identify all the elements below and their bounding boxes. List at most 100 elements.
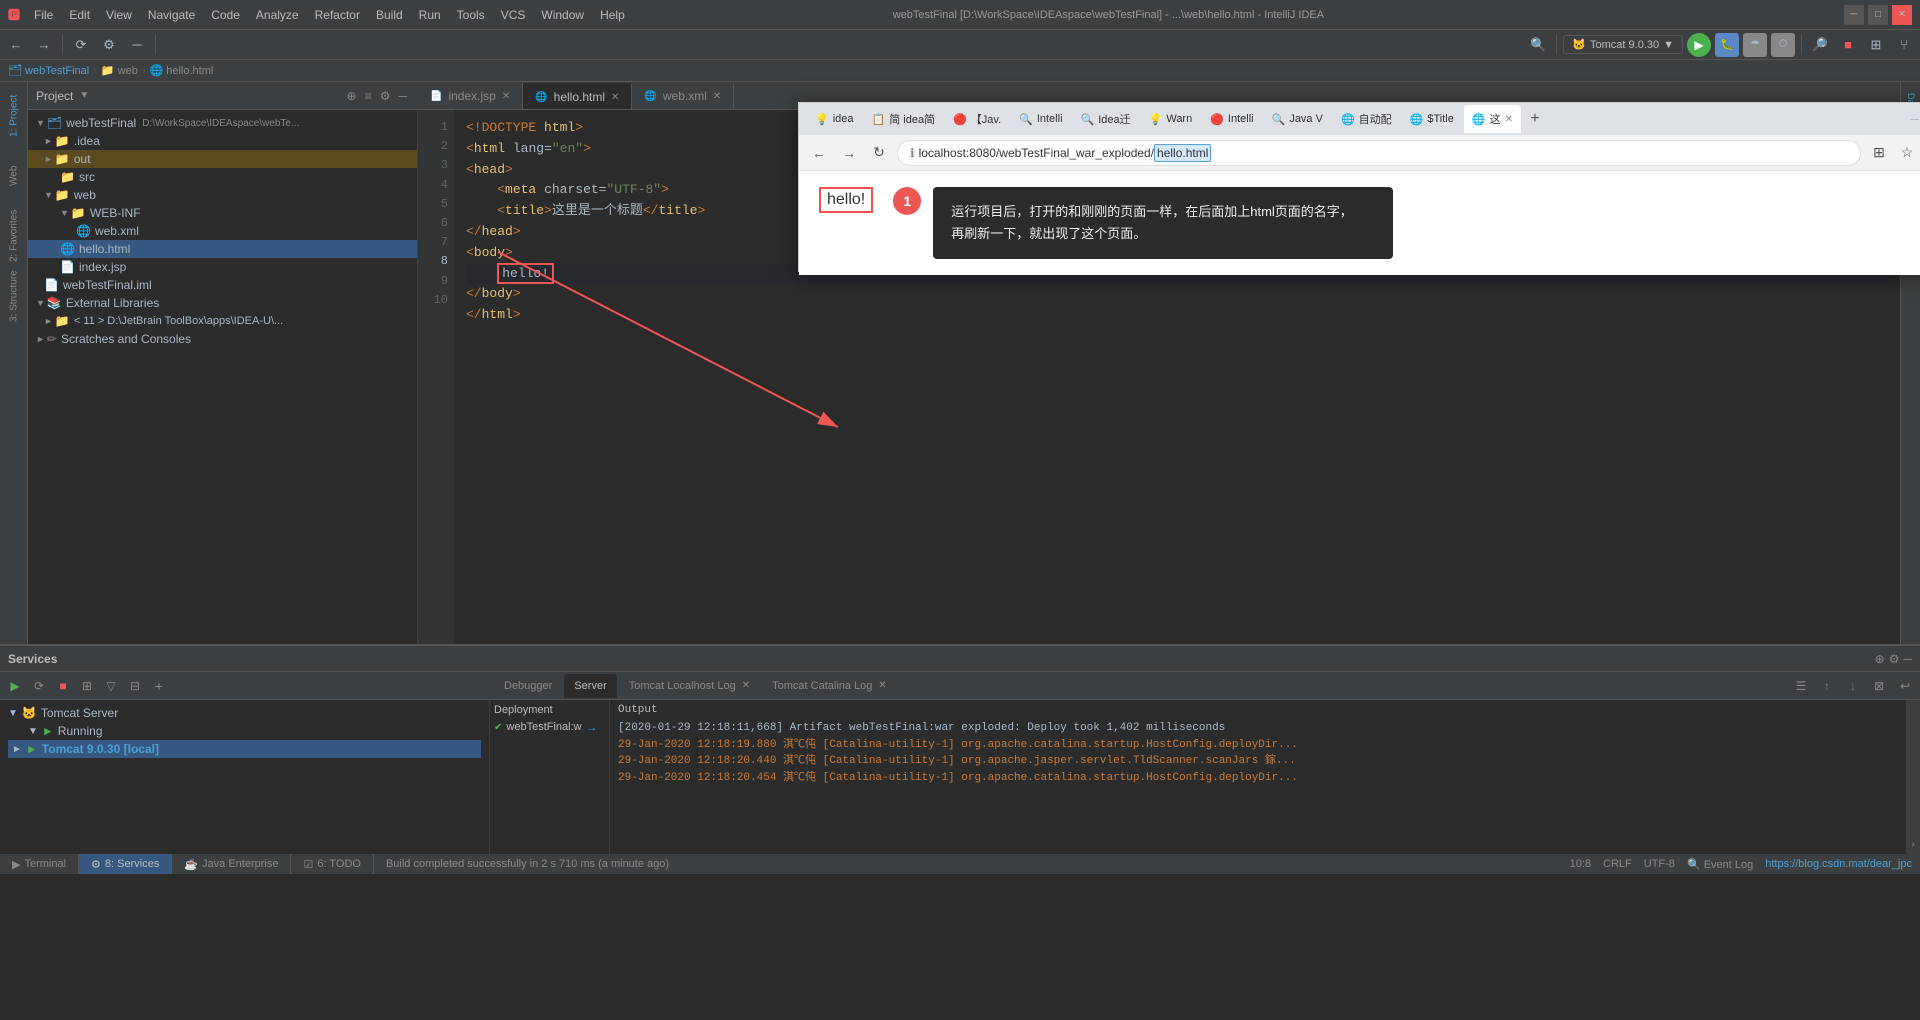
tree-item-extlib[interactable]: ▼ 📚 External Libraries: [28, 294, 417, 312]
br-tab-intelli[interactable]: 🔍 Intelli: [1011, 105, 1070, 133]
br-tab-java[interactable]: 🔍 Java V: [1264, 105, 1331, 133]
collapse-icon[interactable]: ≡: [363, 87, 374, 105]
stop-button[interactable]: ■: [1836, 33, 1860, 57]
minimize-panel-icon[interactable]: ─: [125, 33, 149, 57]
deployment-item[interactable]: ✔ webTestFinal:w →: [494, 720, 605, 734]
external-link[interactable]: https://blog.csdn.mat/dear_jpc: [1765, 858, 1912, 870]
tab-indexjsp[interactable]: 📄 index.jsp ✕: [418, 83, 523, 109]
close-button[interactable]: ✕: [1892, 5, 1912, 25]
menu-build[interactable]: Build: [368, 8, 411, 22]
br-tab-idea3[interactable]: 🔍 Idea迁: [1073, 105, 1139, 133]
tree-item-webxml[interactable]: 🌐 web.xml: [28, 222, 417, 240]
menu-run[interactable]: Run: [411, 8, 449, 22]
tree-item-root[interactable]: ▼ 🗂 webTestFinal D:\WorkSpace\IDEAspace\…: [28, 114, 417, 132]
log-menu-btn[interactable]: ☰: [1790, 675, 1812, 697]
br-tab-intelli2[interactable]: 🔴 Intelli: [1202, 105, 1261, 133]
sync-icon[interactable]: ⟳: [69, 33, 93, 57]
breadcrumb-project[interactable]: 🗂 webTestFinal: [8, 64, 89, 77]
log-scroll-up[interactable]: ↑: [1816, 675, 1838, 697]
translate-icon[interactable]: ⊞: [1867, 141, 1891, 165]
search-everywhere-icon[interactable]: 🔍: [1526, 33, 1550, 57]
tree-item-idea[interactable]: ► 📁 .idea: [28, 132, 417, 150]
tree-item-lib11[interactable]: ► 📁 < 11 > D:\JetBrain ToolBox\apps\IDEA…: [28, 312, 417, 330]
services-item-running[interactable]: ▼ ► Running: [8, 722, 481, 740]
log-tab-server[interactable]: Server: [564, 674, 616, 698]
tab-close-indexjsp[interactable]: ✕: [502, 91, 510, 102]
menu-view[interactable]: View: [98, 8, 140, 22]
tree-item-out[interactable]: ► 📁 out: [28, 150, 417, 168]
menu-vcs[interactable]: VCS: [493, 8, 534, 22]
sidebar-item-favorites[interactable]: 2: Favorites: [2, 206, 26, 266]
run-button[interactable]: ▶: [1687, 33, 1711, 57]
menu-navigate[interactable]: Navigate: [140, 8, 203, 22]
tab-webxml[interactable]: 🌐 web.xml ✕: [632, 83, 734, 109]
sidebar-item-project[interactable]: 1: Project: [2, 86, 26, 146]
menu-analyze[interactable]: Analyze: [248, 8, 307, 22]
services-run-btn[interactable]: ▶: [4, 675, 26, 697]
layout-icon[interactable]: ⊞: [1864, 33, 1888, 57]
tab-java-enterprise[interactable]: ☕ Java Enterprise: [172, 854, 291, 874]
search-icon[interactable]: 🔎: [1808, 33, 1832, 57]
minimize-button[interactable]: ─: [1844, 5, 1864, 25]
tab-services[interactable]: ⚙ 8: Services: [79, 854, 172, 874]
log-tab-close-localhost[interactable]: ✕: [742, 680, 750, 691]
services-add-btn[interactable]: +: [148, 675, 170, 697]
services-item-instance[interactable]: ► ► Tomcat 9.0.30 [local]: [8, 740, 481, 758]
run-configuration[interactable]: 🐱 Tomcat 9.0.30 ▼: [1563, 35, 1683, 54]
tab-todo[interactable]: ☑ 6: TODO: [291, 854, 373, 874]
services-minimize-icon[interactable]: ─: [1903, 652, 1912, 666]
bookmark-icon[interactable]: ☆: [1895, 141, 1919, 165]
br-tab-idea2[interactable]: 📋 简 idea简: [864, 105, 944, 133]
tree-item-iml[interactable]: 📄 webTestFinal.iml: [28, 276, 417, 294]
profile-button[interactable]: ⏱: [1771, 33, 1795, 57]
settings-icon[interactable]: ⚙: [97, 33, 121, 57]
services-group-btn[interactable]: ⊟: [124, 675, 146, 697]
log-tab-localhost[interactable]: Tomcat Localhost Log ✕: [619, 674, 760, 698]
debug-button[interactable]: 🐛: [1715, 33, 1739, 57]
tree-item-web[interactable]: ▼ 📁 web: [28, 186, 417, 204]
git-icon[interactable]: ⑂: [1892, 33, 1916, 57]
br-tab-close-this[interactable]: ✕: [1505, 114, 1513, 125]
tab-close-webxml[interactable]: ✕: [713, 91, 721, 102]
br-tab-warn[interactable]: 💡 Warn: [1141, 105, 1201, 133]
new-tab-button[interactable]: +: [1523, 107, 1547, 131]
tree-item-src[interactable]: 📁 src: [28, 168, 417, 186]
forward-button[interactable]: →: [32, 33, 56, 57]
sidebar-item-structure[interactable]: 3: Structure: [2, 266, 26, 326]
menu-edit[interactable]: Edit: [61, 8, 98, 22]
services-stop-btn[interactable]: ■: [52, 675, 74, 697]
services-layout-btn[interactable]: ⊞: [76, 675, 98, 697]
tree-item-indexjsp[interactable]: 📄 index.jsp: [28, 258, 417, 276]
tab-close-hellohtml[interactable]: ✕: [611, 92, 619, 103]
br-tab-title[interactable]: 🌐 $Title: [1402, 105, 1462, 133]
services-add-icon[interactable]: ⊕: [1875, 652, 1885, 666]
tree-item-hellohtml[interactable]: 🌐 hello.html: [28, 240, 417, 258]
browser-refresh[interactable]: ↻: [867, 141, 891, 165]
dropdown-arrow-project[interactable]: ▼: [79, 90, 89, 101]
log-tab-catalina[interactable]: Tomcat Catalina Log ✕: [762, 674, 897, 698]
services-gear-icon[interactable]: ⚙: [1889, 652, 1900, 666]
browser-forward[interactable]: →: [837, 141, 861, 165]
log-clear[interactable]: ⊠: [1868, 675, 1890, 697]
log-tab-debugger[interactable]: Debugger: [494, 674, 562, 698]
tree-item-webinf[interactable]: ▼ 📁 WEB-INF: [28, 204, 417, 222]
br-tab-idea[interactable]: 💡 idea: [807, 105, 862, 133]
tab-terminal[interactable]: ▶ Terminal: [0, 854, 79, 874]
sidebar-item-web[interactable]: Web: [2, 146, 26, 206]
menu-code[interactable]: Code: [203, 8, 248, 22]
line-ending[interactable]: CRLF: [1603, 858, 1632, 870]
log-tab-close-catalina[interactable]: ✕: [878, 680, 886, 691]
menu-help[interactable]: Help: [592, 8, 633, 22]
encoding[interactable]: UTF-8: [1644, 858, 1675, 870]
services-item-tomcat[interactable]: ▼ 🐱 Tomcat Server: [8, 704, 481, 722]
br-tab-jav[interactable]: 🔴 【Jav.: [945, 105, 1009, 133]
services-filter-btn[interactable]: ▽: [100, 675, 122, 697]
log-wrap[interactable]: ↩: [1894, 675, 1916, 697]
locate-icon[interactable]: ⊕: [345, 87, 359, 105]
menu-file[interactable]: File: [26, 8, 61, 22]
services-rerun-btn[interactable]: ⟳: [28, 675, 50, 697]
br-tab-this[interactable]: 🌐 这 ✕: [1464, 105, 1521, 133]
gear-icon[interactable]: ⚙: [378, 87, 393, 105]
maximize-button[interactable]: □: [1868, 5, 1888, 25]
coverage-button[interactable]: ☂: [1743, 33, 1767, 57]
